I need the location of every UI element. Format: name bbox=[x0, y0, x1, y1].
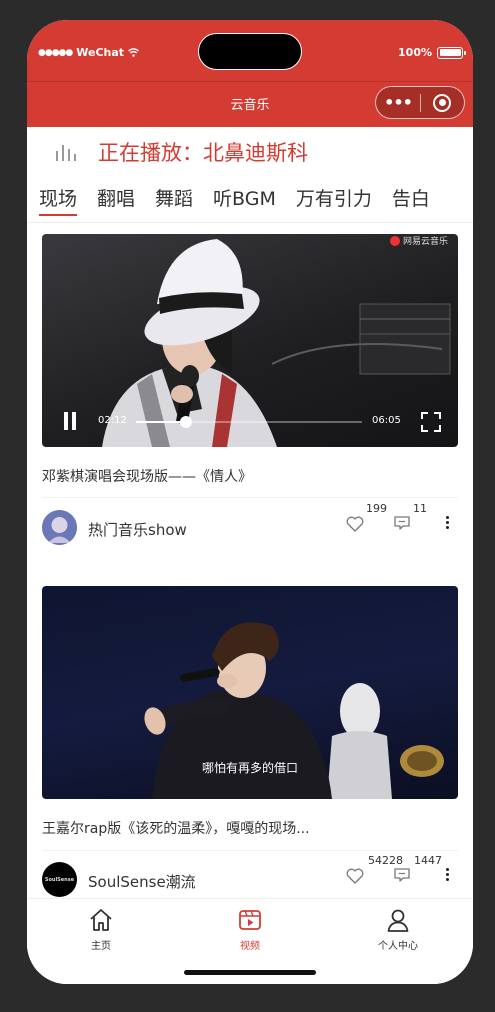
nav-profile[interactable]: 个人中心 bbox=[358, 907, 438, 952]
phone-frame: ●●●●● WeChat 100% 云音乐 ••• 正在播放：北鼻迪斯科 现场 … bbox=[27, 20, 473, 984]
comment-icon[interactable] bbox=[394, 868, 410, 883]
person-icon bbox=[387, 909, 409, 932]
pause-icon[interactable] bbox=[62, 412, 78, 430]
tab-cover[interactable]: 翻唱 bbox=[97, 184, 135, 211]
more-options-icon[interactable] bbox=[444, 516, 450, 529]
comment-icon[interactable] bbox=[394, 516, 410, 531]
battery-percent: 100% bbox=[398, 46, 432, 59]
app-header: ●●●●● WeChat 100% 云音乐 ••• bbox=[27, 20, 473, 127]
nav-home-label: 主页 bbox=[91, 941, 111, 952]
like-count: 54228 bbox=[368, 854, 403, 867]
watermark-label: 网易云音乐 bbox=[389, 234, 448, 247]
heart-icon[interactable] bbox=[346, 868, 364, 884]
nav-home[interactable]: 主页 bbox=[61, 907, 141, 952]
video-meta: 热门音乐show 199 11 bbox=[42, 502, 458, 546]
progress-knob[interactable] bbox=[179, 416, 192, 428]
video-frame-rapper: 哪怕有再多的借口 bbox=[144, 622, 444, 799]
tab-confession[interactable]: 告白 bbox=[392, 184, 430, 211]
video-controls: 02:12 06:05 bbox=[42, 404, 458, 444]
like-count: 199 bbox=[366, 502, 387, 515]
tab-gravity[interactable]: 万有引力 bbox=[296, 184, 372, 211]
more-menu-button[interactable]: ••• bbox=[376, 94, 420, 111]
tab-dance[interactable]: 舞蹈 bbox=[155, 184, 193, 211]
carrier-label: WeChat bbox=[76, 46, 125, 59]
video-title[interactable]: 邓紫棋演唱会现场版——《情人》 bbox=[42, 466, 252, 486]
comment-count: 1447 bbox=[414, 854, 442, 867]
now-playing-text: 正在播放：北鼻迪斯科 bbox=[98, 141, 308, 165]
nav-profile-label: 个人中心 bbox=[378, 941, 418, 952]
video-thumbnail[interactable]: 哪怕有再多的借口 bbox=[42, 586, 458, 799]
category-tabs: 现场 翻唱 舞蹈 听BGM 万有引力 告白 bbox=[39, 184, 469, 216]
duration: 06:05 bbox=[372, 415, 401, 426]
author-name[interactable]: 热门音乐show bbox=[88, 519, 187, 540]
dynamic-island bbox=[198, 33, 302, 70]
status-battery: 100% bbox=[398, 46, 466, 59]
battery-icon bbox=[437, 46, 466, 59]
video-icon bbox=[239, 910, 261, 930]
netease-logo-icon bbox=[389, 235, 400, 246]
tab-live[interactable]: 现场 bbox=[39, 184, 78, 216]
home-indicator bbox=[184, 970, 316, 975]
nav-video[interactable]: 视频 bbox=[210, 907, 290, 952]
close-miniprogram-button[interactable] bbox=[421, 93, 464, 112]
avatar[interactable] bbox=[42, 510, 77, 545]
now-playing-banner[interactable]: 正在播放：北鼻迪斯科 bbox=[56, 137, 308, 167]
avatar-logo-text: SoulSense bbox=[44, 876, 75, 883]
video-player[interactable]: 网易云音乐 02:12 06:05 bbox=[42, 234, 458, 447]
signal-icon: ●●●●● bbox=[38, 47, 73, 58]
mini-program-capsule: ••• bbox=[375, 86, 465, 119]
wifi-icon bbox=[128, 48, 140, 57]
nav-video-label: 视频 bbox=[240, 941, 260, 952]
progress-fill bbox=[136, 421, 186, 423]
author-name[interactable]: SoulSense潮流 bbox=[88, 871, 196, 892]
home-icon bbox=[90, 909, 112, 931]
target-icon bbox=[433, 93, 452, 112]
status-carrier: ●●●●● WeChat bbox=[38, 46, 140, 59]
tab-bgm[interactable]: 听BGM bbox=[213, 184, 276, 211]
fullscreen-icon[interactable] bbox=[421, 412, 441, 432]
equalizer-icon bbox=[56, 143, 80, 161]
video-subtitle-text: 哪怕有再多的借口 bbox=[202, 760, 298, 775]
video-title[interactable]: 王嘉尔rap版《该死的温柔》，嘎嘎的现场... bbox=[42, 818, 310, 838]
comment-count: 11 bbox=[413, 502, 427, 515]
heart-icon[interactable] bbox=[346, 516, 364, 532]
video-meta: SoulSense SoulSense潮流 54228 1447 bbox=[42, 854, 458, 898]
progress-slider[interactable] bbox=[136, 416, 362, 428]
current-time: 02:12 bbox=[98, 415, 127, 426]
more-options-icon[interactable] bbox=[444, 868, 450, 881]
avatar[interactable]: SoulSense bbox=[42, 862, 77, 897]
